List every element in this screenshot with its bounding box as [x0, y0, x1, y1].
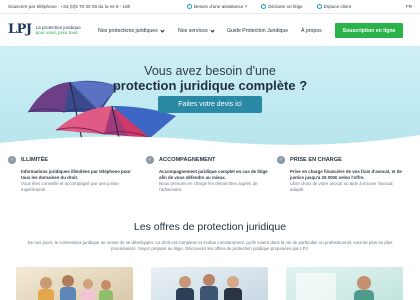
logo-tagline-line2: pour vous, pour tous: [35, 29, 78, 35]
nav-item-about[interactable]: À propos: [301, 28, 322, 34]
check-icon: ✓: [8, 156, 16, 164]
assistance-link[interactable]: Besoin d'une assistance ?: [187, 4, 247, 9]
offer-card-other[interactable]: [286, 267, 403, 300]
hero-banner: Vous avez besoin d'une protection juridi…: [0, 46, 420, 152]
hero-wave-divider: [0, 135, 420, 152]
assistance-link-label: Besoin d'une assistance ?: [194, 4, 248, 9]
chevron-down-icon: [160, 27, 165, 33]
offer-photo: [296, 273, 374, 300]
declare-dispute-label: Déclarer un litige: [268, 4, 303, 9]
nav-item-services-label: Nos services: [178, 28, 208, 34]
utility-links: Besoin d'une assistance ? Déclarer un li…: [187, 4, 351, 9]
site-logo[interactable]: LPJ La protection juridique pour vous, p…: [8, 22, 81, 37]
feature-unlimited-title: ILLIMITÉE: [21, 157, 49, 163]
logo-tagline-line1: La protection juridique: [35, 24, 81, 30]
client-area-link[interactable]: Espace client: [316, 4, 352, 9]
declare-dispute-link[interactable]: Déclarer un litige: [261, 4, 303, 9]
feature-unlimited-bold: Informations juridiques illimitées par t…: [21, 169, 131, 180]
nav-item-guide[interactable]: Guide Protection Juridique: [227, 28, 288, 34]
feature-coverage-title: PRISE EN CHARGE: [290, 157, 342, 163]
quote-button[interactable]: Faites votre devis ici: [158, 96, 262, 113]
feature-support-title: ACCOMPAGNEMENT: [159, 157, 216, 163]
utility-bar: Souscrire par téléphone : +33 (0)9 70 00…: [0, 0, 420, 14]
check-icon: ✓: [277, 156, 285, 164]
alert-icon: [261, 4, 267, 9]
feature-coverage: ✓ PRISE EN CHARGE Prise en charge financ…: [277, 156, 405, 192]
professionals-photo: [176, 274, 242, 300]
feature-support-text: Nous prenons en charge les démarches aup…: [159, 181, 258, 192]
subscribe-phone-text[interactable]: Souscrire par téléphone : +33 (0)9 70 00…: [8, 4, 130, 9]
check-icon: ✓: [146, 156, 154, 164]
feature-unlimited-text: Vous êtes conseillé et accompagné par un…: [21, 181, 119, 192]
client-area-label: Espace client: [323, 4, 352, 9]
feature-coverage-bold: Prise en charge financière de vos frais …: [290, 169, 402, 180]
feature-unlimited: ✓ ILLIMITÉE Informations juridiques illi…: [8, 156, 136, 192]
nav-item-about-label: À propos: [301, 28, 322, 34]
feature-coverage-heading: ✓ PRISE EN CHARGE: [277, 156, 405, 164]
offer-card-family[interactable]: [16, 267, 133, 300]
nav-item-services[interactable]: Nos services: [178, 27, 215, 34]
nav-item-protections[interactable]: Nos protections juridiques: [98, 27, 165, 34]
headset-icon: [187, 4, 192, 9]
language-selector[interactable]: FR: [406, 4, 412, 9]
online-subscription-button[interactable]: Souscription en ligne: [335, 23, 403, 38]
feature-coverage-text: Libre choix de votre avocat ou aide à tr…: [290, 181, 393, 192]
logo-mark: LPJ: [8, 22, 32, 37]
features-section: ✓ ILLIMITÉE Informations juridiques illi…: [0, 152, 420, 206]
feature-support-bold: Accompagnement juridique complet en cas …: [159, 169, 268, 180]
offer-cards: [0, 267, 420, 300]
offers-intro: De nos jours, le contentieux juridique n…: [27, 240, 393, 251]
user-icon: [316, 4, 322, 9]
nav-item-protections-label: Nos protections juridiques: [98, 28, 158, 34]
feature-support-heading: ✓ ACCOMPAGNEMENT: [146, 156, 274, 164]
offer-card-professional[interactable]: [151, 267, 268, 300]
offers-title: Les offres de protection juridique: [133, 221, 287, 233]
logo-tagline: La protection juridique pour vous, pour …: [36, 25, 81, 35]
hero-title-line2: protection juridique complète ?: [112, 78, 308, 93]
nav-item-guide-label: Guide Protection Juridique: [227, 28, 289, 34]
chevron-down-icon: [210, 27, 215, 33]
hero-title-line1: Vous avez besoin d'une: [144, 64, 276, 78]
feature-unlimited-heading: ✓ ILLIMITÉE: [8, 156, 136, 164]
family-photo: [38, 275, 113, 300]
feature-support: ✓ ACCOMPAGNEMENT Accompagnement juridiqu…: [146, 156, 274, 192]
